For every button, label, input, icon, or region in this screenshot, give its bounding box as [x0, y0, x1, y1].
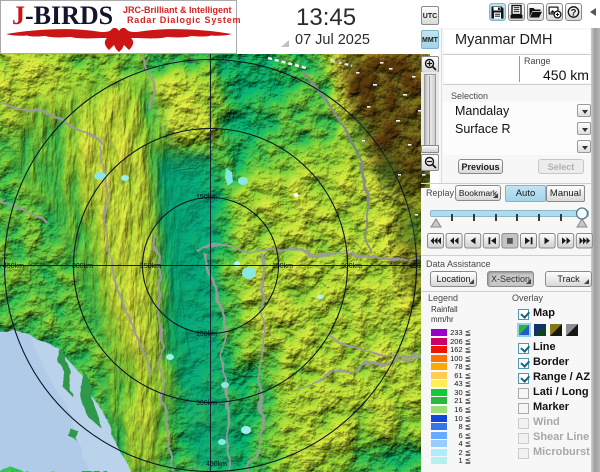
svg-text:150km: 150km — [196, 194, 217, 201]
svg-text:?: ? — [571, 7, 577, 18]
svg-text:150km: 150km — [140, 263, 161, 270]
svg-text:150km: 150km — [272, 263, 293, 270]
svg-text:300km: 300km — [341, 263, 362, 270]
svg-text:300km: 300km — [196, 400, 217, 407]
svg-text:300km: 300km — [72, 263, 93, 270]
svg-text:450km: 450km — [206, 461, 227, 468]
svg-text:450km: 450km — [3, 263, 24, 270]
svg-text:150km: 150km — [196, 331, 217, 338]
